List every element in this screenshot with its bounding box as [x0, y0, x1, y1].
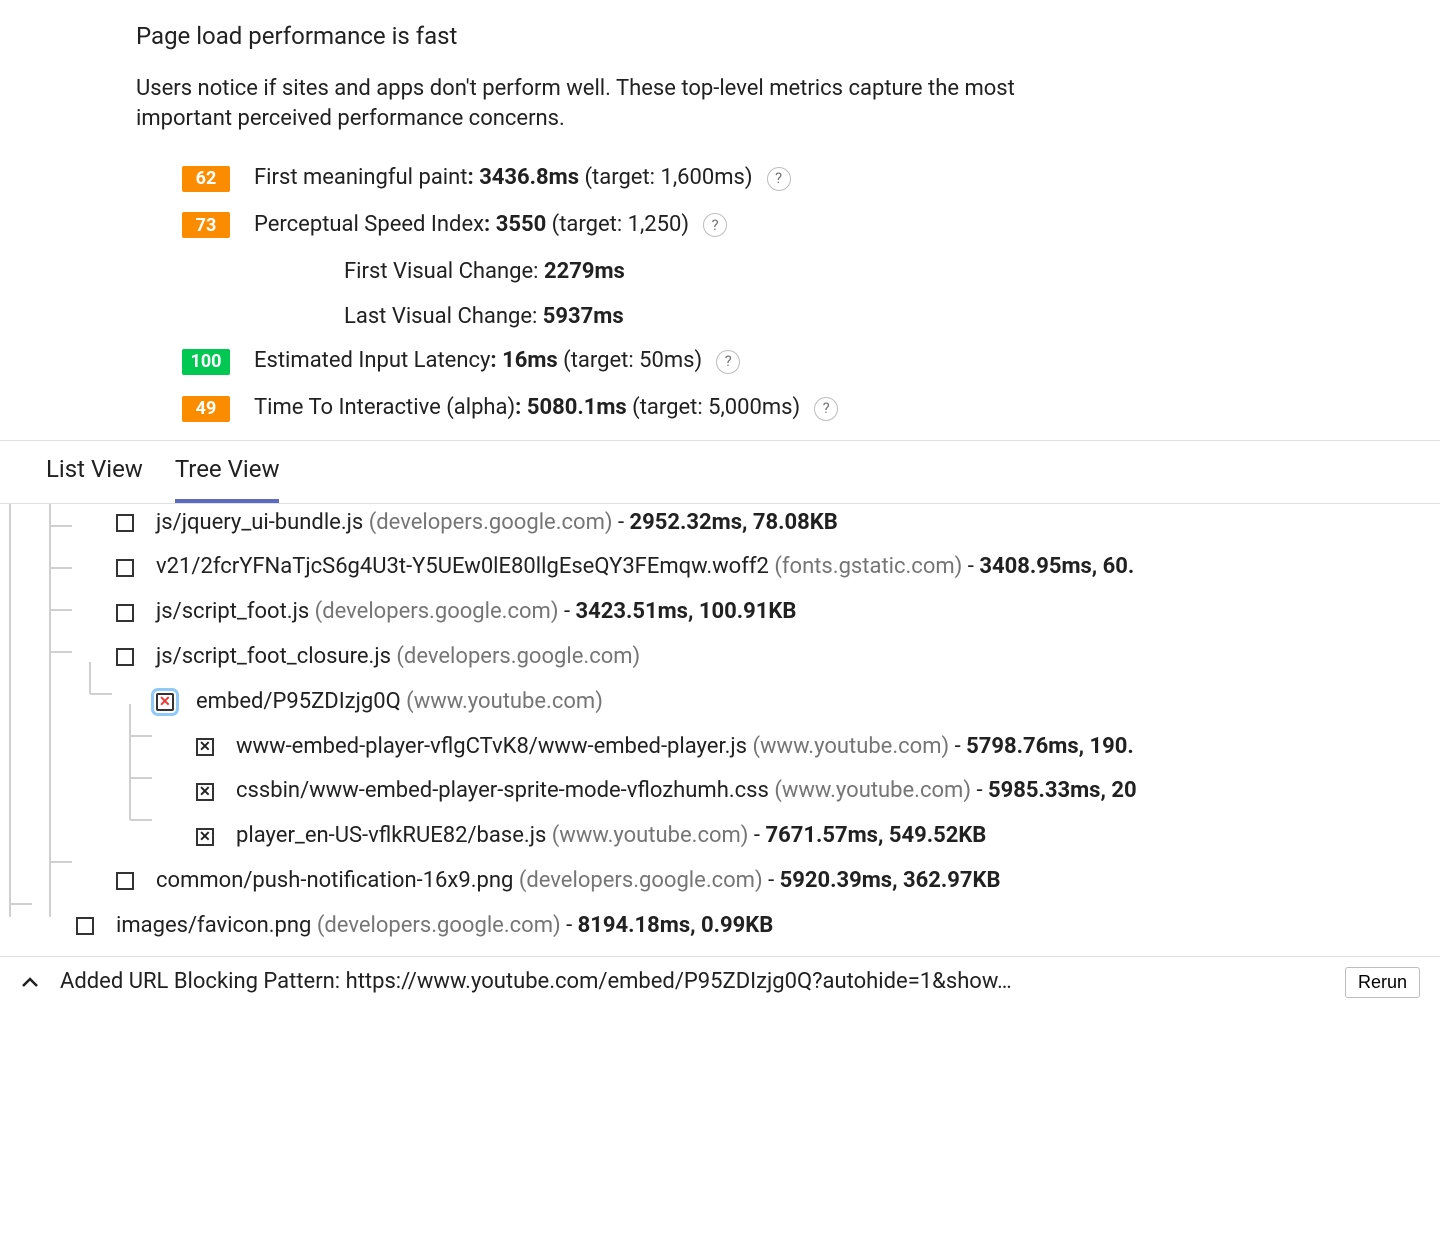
metric-value: : 16ms: [490, 348, 557, 373]
metric-target: (target: 50ms): [558, 348, 702, 373]
tree-item-text: images/favicon.png (developers.google.co…: [116, 911, 773, 942]
sub-metric-row: First Visual Change: 2279ms: [344, 257, 1440, 288]
tab-list-view[interactable]: List View: [46, 441, 143, 503]
tree-item-text: common/push-notification-16x9.png (devel…: [156, 866, 1001, 897]
tree-domain: (www.youtube.com): [552, 823, 749, 848]
metric-target: (target: 1,600ms): [579, 165, 753, 190]
metric-value: : 3436.8ms: [468, 165, 580, 190]
block-request-checkbox[interactable]: [116, 872, 134, 890]
tree-row: common/push-notification-16x9.png (devel…: [46, 866, 1440, 897]
tree-stats: 5798.76ms, 190.: [966, 734, 1134, 759]
tree-domain: (www.youtube.com): [752, 734, 949, 759]
metric-row: 62 First meaningful paint: 3436.8ms (targ…: [182, 163, 1440, 194]
score-badge: 49: [182, 396, 230, 422]
block-request-checkbox[interactable]: [196, 783, 214, 801]
page-title: Page load performance is fast: [136, 20, 1440, 54]
sub-metric-row: Last Visual Change: 5937ms: [344, 302, 1440, 333]
tree-item-text: player_en-US-vflkRUE82/base.js (www.yout…: [236, 821, 986, 852]
tree-domain: (www.youtube.com): [406, 689, 603, 714]
tree-domain: (developers.google.com): [315, 599, 559, 624]
tree-row: embed/P95ZDIzjg0Q (www.youtube.com): [46, 687, 1440, 718]
tree-row: cssbin/www-embed-player-sprite-mode-vflo…: [46, 776, 1440, 807]
tree-row: www-embed-player-vflgCTvK8/www-embed-pla…: [46, 732, 1440, 763]
metric-value: : 5080.1ms: [515, 395, 627, 420]
metric-target: (target: 1,250): [546, 212, 689, 237]
status-text: Added URL Blocking Pattern: https://www.…: [60, 967, 1337, 998]
tree-item-text: www-embed-player-vflgCTvK8/www-embed-pla…: [236, 732, 1134, 763]
help-icon[interactable]: ?: [767, 167, 791, 191]
rerun-button[interactable]: Rerun: [1345, 967, 1420, 998]
tree-item-text: js/script_foot.js (developers.google.com…: [156, 597, 796, 628]
tree-view-panel: js/jquery_ui-bundle.js (developers.googl…: [0, 504, 1440, 956]
status-bar: Added URL Blocking Pattern: https://www.…: [0, 956, 1440, 1008]
score-badge: 100: [182, 349, 230, 375]
block-request-checkbox[interactable]: [116, 604, 134, 622]
help-icon[interactable]: ?: [716, 350, 740, 374]
metric-label: Time To Interactive (alpha): 5080.1ms (t…: [254, 393, 800, 424]
tree-item-text: js/jquery_ui-bundle.js (developers.googl…: [156, 508, 838, 539]
view-tabs: List View Tree View: [0, 441, 1440, 503]
tree-item-text: embed/P95ZDIzjg0Q (www.youtube.com): [196, 687, 603, 718]
tree-stats: 8194.18ms, 0.99KB: [578, 913, 774, 938]
metric-target: (target: 5,000ms): [627, 395, 801, 420]
help-icon[interactable]: ?: [814, 397, 838, 421]
tree-row: player_en-US-vflkRUE82/base.js (www.yout…: [46, 821, 1440, 852]
metric-label: Estimated Input Latency: 16ms (target: 5…: [254, 346, 702, 377]
tree-stats: 2952.32ms, 78.08KB: [630, 510, 838, 535]
block-request-checkbox[interactable]: [196, 738, 214, 756]
metrics-list: 62 First meaningful paint: 3436.8ms (targ…: [136, 163, 1440, 424]
tree-domain: (fonts.gstatic.com): [774, 554, 962, 579]
tree-stats: 5920.39ms, 362.97KB: [780, 868, 1001, 893]
tree-item-text: cssbin/www-embed-player-sprite-mode-vflo…: [236, 776, 1137, 807]
block-request-checkbox[interactable]: [116, 514, 134, 532]
page-description: Users notice if sites and apps don't per…: [136, 74, 1036, 136]
tree-row: v21/2fcrYFNaTjcS6g4U3t-Y5UEw0lE80llgEseQ…: [46, 552, 1440, 583]
block-request-checkbox[interactable]: [116, 559, 134, 577]
block-request-checkbox[interactable]: [116, 648, 134, 666]
tree-item-text: js/script_foot_closure.js (developers.go…: [156, 642, 640, 673]
block-request-checkbox[interactable]: [196, 828, 214, 846]
tab-tree-view[interactable]: Tree View: [175, 441, 280, 503]
score-badge: 73: [182, 212, 230, 238]
tree-domain: (developers.google.com): [396, 644, 640, 669]
chevron-up-icon[interactable]: [20, 972, 40, 992]
tree-domain: (developers.google.com): [317, 913, 561, 938]
tree-domain: (developers.google.com): [369, 510, 613, 535]
tree-row: js/script_foot.js (developers.google.com…: [46, 597, 1440, 628]
help-icon[interactable]: ?: [703, 213, 727, 237]
metric-value: : 3550: [484, 212, 546, 237]
metric-row: 73 Perceptual Speed Index: 3550 (target: …: [182, 210, 1440, 241]
metric-label: Perceptual Speed Index: 3550 (target: 1,…: [254, 210, 689, 241]
sub-metrics: First Visual Change: 2279ms Last Visual C…: [182, 257, 1440, 333]
score-badge: 62: [182, 166, 230, 192]
block-request-checkbox[interactable]: [156, 693, 174, 711]
metric-label: First meaningful paint: 3436.8ms (target…: [254, 163, 753, 194]
metric-row: 49 Time To Interactive (alpha): 5080.1ms …: [182, 393, 1440, 424]
tree-domain: (www.youtube.com): [774, 778, 971, 803]
tree-row: images/favicon.png (developers.google.co…: [46, 911, 1440, 942]
sub-metric-value: 2279ms: [544, 259, 625, 284]
metric-row: 100 Estimated Input Latency: 16ms (target…: [182, 346, 1440, 377]
block-request-checkbox[interactable]: [76, 917, 94, 935]
tree-stats: 7671.57ms, 549.52KB: [765, 823, 986, 848]
tree-stats: 5985.33ms, 20: [988, 778, 1137, 803]
tree-stats: 3408.95ms, 60.: [979, 554, 1134, 579]
tree-row: js/script_foot_closure.js (developers.go…: [46, 642, 1440, 673]
tree-item-text: v21/2fcrYFNaTjcS6g4U3t-Y5UEw0lE80llgEseQ…: [156, 552, 1134, 583]
tree-domain: (developers.google.com): [519, 868, 763, 893]
sub-metric-value: 5937ms: [543, 304, 624, 329]
tree-row: js/jquery_ui-bundle.js (developers.googl…: [46, 508, 1440, 539]
tree-stats: 3423.51ms, 100.91KB: [575, 599, 796, 624]
